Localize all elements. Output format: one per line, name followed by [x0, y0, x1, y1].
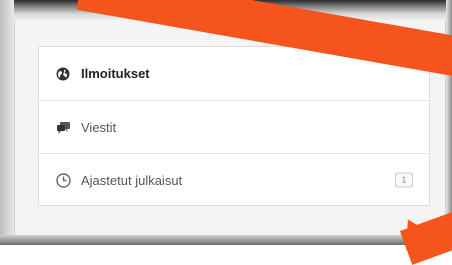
nav-item-label: Ilmoitukset: [81, 66, 150, 81]
frame-bottom-bevel: [0, 235, 452, 245]
chat-bubbles-icon: [55, 119, 71, 135]
clock-icon: [55, 172, 71, 188]
count-badge: 1: [395, 172, 413, 188]
notification-nav-panel: Ilmoitukset Viestit Ajastetut julkaisut …: [38, 46, 430, 206]
globe-icon: [55, 66, 71, 82]
nav-item-ajastetut-julkaisut[interactable]: Ajastetut julkaisut 1: [39, 153, 429, 206]
nav-item-label: Viestit: [81, 119, 117, 135]
nav-item-label: Ajastetut julkaisut: [81, 172, 183, 188]
nav-item-viestit[interactable]: Viestit: [39, 100, 429, 153]
frame-left-bevel: [0, 0, 14, 245]
